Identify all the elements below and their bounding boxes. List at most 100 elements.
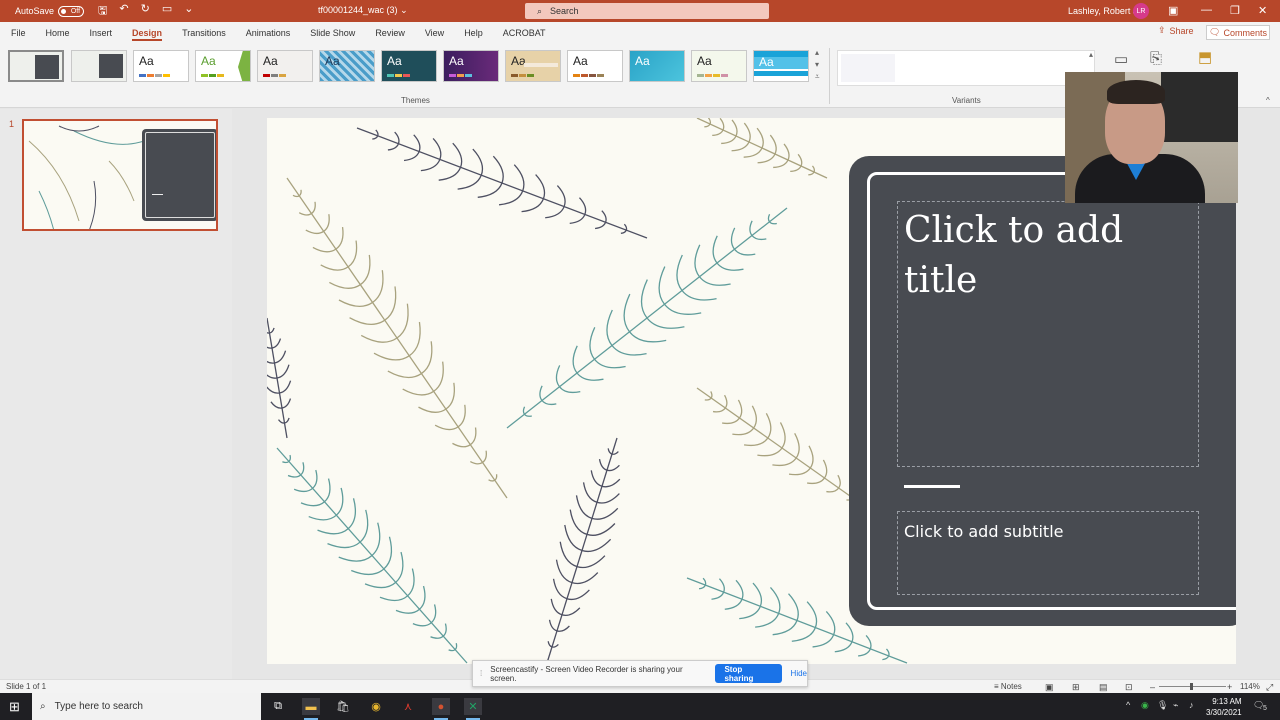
zoom-out-icon[interactable]: – [1150, 682, 1155, 692]
screencastify-tray-icon[interactable]: ◉ [1141, 700, 1149, 711]
tab-help[interactable]: Help [454, 22, 493, 44]
variant-scroll-icon[interactable]: ▴ [1089, 50, 1093, 59]
tab-review[interactable]: Review [365, 22, 415, 44]
search-placeholder: Search [550, 6, 579, 16]
redo-icon[interactable]: ↻ [141, 2, 150, 21]
save-icon[interactable]: 🖫 [98, 2, 107, 21]
search-icon: ⌕ [40, 701, 46, 712]
webcam-overlay [1065, 72, 1238, 203]
fit-slide-icon[interactable]: ⤢ [1266, 682, 1273, 693]
theme-current[interactable] [8, 50, 64, 82]
themes-group-label: Themes [401, 96, 430, 105]
undo-icon[interactable]: ↶ [119, 2, 128, 21]
theme-ion-boardroom[interactable]: Aa [443, 50, 499, 82]
variants-group-label: Variants [952, 96, 981, 105]
windows-start-icon[interactable]: ⊞ [9, 699, 20, 715]
collapse-ribbon-icon[interactable]: ^ [1266, 96, 1270, 105]
minimize-icon[interactable]: — [1201, 4, 1212, 16]
file-name[interactable]: tf00001244_wac (3) ⌄ [318, 5, 408, 16]
share-icon: ⇪ [1158, 25, 1166, 35]
file-explorer-icon[interactable]: ▬ [302, 698, 320, 720]
tab-transitions[interactable]: Transitions [172, 22, 236, 44]
autosave-toggle[interactable]: AutoSave Off [15, 5, 85, 17]
theme-slice[interactable]: Aa [629, 50, 685, 82]
feather-shape [696, 387, 868, 509]
feather-shape [276, 447, 468, 664]
stop-sharing-button[interactable]: Stop sharing [715, 664, 782, 683]
tab-slide-show[interactable]: Slide Show [300, 22, 365, 44]
slide-number: 1 [9, 119, 15, 129]
slide-sorter-icon[interactable]: ⊞ [1072, 682, 1080, 693]
variant-option[interactable] [841, 54, 895, 82]
subtitle-placeholder[interactable]: Click to add subtitle [897, 511, 1199, 595]
task-view-icon[interactable]: ⧉ [269, 698, 287, 715]
excel-icon[interactable]: ✕ [464, 698, 482, 720]
tab-insert[interactable]: Insert [80, 22, 123, 44]
theme-more-icon[interactable]: ⩡ [815, 72, 820, 82]
notification-count: 5 [1263, 705, 1267, 712]
theme-office[interactable]: Aa [133, 50, 189, 82]
network-icon[interactable]: ⌁ [1173, 700, 1178, 711]
ribbon-tabs: File Home Insert Design Transitions Anim… [0, 22, 1280, 44]
powerpoint-icon[interactable]: ● [432, 698, 450, 720]
theme-ion[interactable]: Aa [381, 50, 437, 82]
avatar[interactable]: LR [1133, 3, 1149, 19]
slide-thumbnail[interactable] [22, 119, 218, 231]
tab-home[interactable]: Home [36, 22, 80, 44]
comment-icon: 🗨 [1209, 27, 1221, 37]
customize-qat-icon[interactable]: ⌄ [184, 2, 193, 21]
system-clock[interactable]: 9:13 AM 3/30/2021 [1206, 696, 1242, 718]
share-button[interactable]: ⇪ Share [1158, 25, 1194, 36]
clock-time: 9:13 AM [1212, 697, 1242, 706]
screen-share-bar: ⁞ Screencastify - Screen Video Recorder … [472, 660, 808, 687]
tray-expand-icon[interactable]: ^ [1126, 700, 1130, 710]
share-message: Screencastify - Screen Video Recorder is… [490, 664, 683, 683]
store-icon[interactable]: 🛍 [334, 698, 352, 715]
theme-facet[interactable]: Aa [195, 50, 251, 82]
tab-animations[interactable]: Animations [236, 22, 301, 44]
tab-view[interactable]: View [415, 22, 454, 44]
search-box[interactable]: ⌕ Search [525, 3, 769, 19]
zoom-level[interactable]: 114% [1240, 682, 1260, 691]
theme-ion-pattern[interactable]: Aa [319, 50, 375, 82]
format-background-icon[interactable]: ⎘ [1150, 50, 1162, 67]
ribbon-display-icon[interactable]: ▣ [1168, 4, 1178, 17]
designer-icon[interactable]: ⬒ [1198, 48, 1212, 66]
variants-gallery[interactable] [837, 50, 1095, 86]
tab-file[interactable]: File [0, 22, 36, 44]
drag-handle-icon[interactable]: ⁞ [480, 669, 482, 678]
notes-button[interactable]: ≡ Notes [994, 682, 1022, 691]
present-icon[interactable]: ▭ [162, 2, 172, 21]
comments-button[interactable]: 🗨 Comments [1206, 25, 1270, 40]
volume-icon[interactable]: ♪ [1189, 700, 1194, 710]
tab-design[interactable]: Design [122, 22, 172, 44]
reading-view-icon[interactable]: ▤ [1099, 682, 1108, 693]
feather-shape [506, 207, 788, 429]
close-icon[interactable]: ✕ [1258, 4, 1267, 17]
theme-banded[interactable]: Aa [753, 50, 809, 82]
user-name[interactable]: Lashley, Robert J [1068, 6, 1137, 16]
taskbar-search[interactable]: ⌕ Type here to search [32, 693, 261, 720]
zoom-slider-thumb[interactable] [1190, 683, 1193, 690]
theme-retrospect[interactable]: Aa [567, 50, 623, 82]
thumbnail-divider [152, 194, 163, 195]
slideshow-view-icon[interactable]: ⊡ [1125, 682, 1133, 693]
taskbar: ⊞ ⌕ Type here to search ⧉ ▬ 🛍 ◉ ⋏ ● ✕ ^ … [0, 693, 1280, 720]
theme-feather-variant[interactable] [71, 50, 127, 82]
autosave-switch[interactable]: Off [58, 5, 85, 17]
normal-view-icon[interactable]: ▣ [1045, 682, 1054, 693]
theme-wisp[interactable]: Aa [691, 50, 747, 82]
slide-size-icon[interactable]: ▭ [1114, 50, 1128, 68]
theme-integral[interactable]: Aa [257, 50, 313, 82]
tab-acrobat[interactable]: ACROBAT [493, 22, 556, 44]
theme-scroll-up-icon[interactable]: ▴ [815, 48, 819, 57]
title-placeholder[interactable]: Click to add title [897, 201, 1199, 467]
acrobat-icon[interactable]: ⋏ [399, 698, 417, 715]
hide-button[interactable]: Hide [791, 669, 807, 678]
microphone-icon[interactable]: 🎙 [1157, 700, 1168, 711]
theme-scroll-down-icon[interactable]: ▾ [815, 60, 819, 69]
restore-icon[interactable]: ❐ [1230, 4, 1240, 17]
theme-organic[interactable]: Aa [505, 50, 561, 82]
chrome-icon[interactable]: ◉ [367, 698, 385, 715]
zoom-in-icon[interactable]: + [1227, 682, 1232, 692]
